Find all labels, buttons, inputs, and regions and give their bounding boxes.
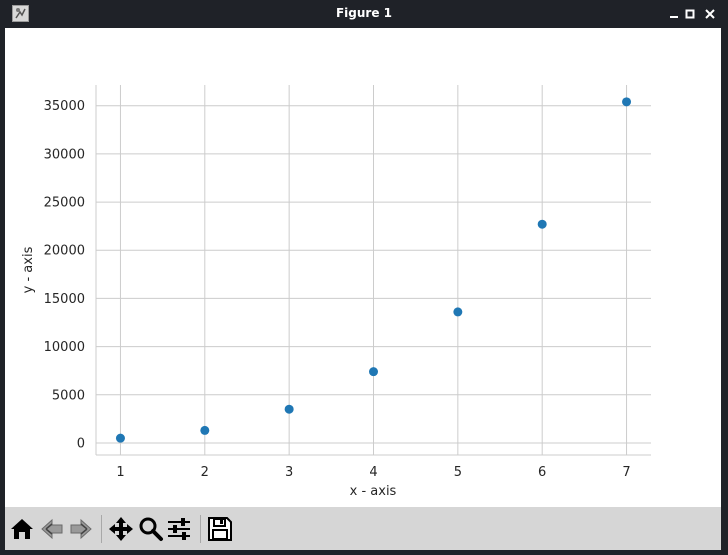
x-tick-label: 6: [538, 465, 546, 480]
y-tick-label: 0: [77, 436, 85, 451]
x-tick-label: 2: [201, 465, 209, 480]
forward-button[interactable]: [67, 515, 95, 543]
configure-subplots-button[interactable]: [165, 515, 193, 543]
x-tick-label: 1: [116, 465, 124, 480]
save-icon: [208, 517, 232, 541]
data-point: [537, 219, 547, 229]
home-icon: [11, 519, 33, 539]
close-icon[interactable]: [702, 6, 718, 22]
sliders-icon: [168, 518, 190, 540]
save-button[interactable]: [206, 515, 234, 543]
title-bar: Figure 1: [0, 0, 728, 28]
window-bottom-border: [0, 550, 728, 555]
x-tick-label: 3: [285, 465, 293, 480]
data-point: [115, 433, 125, 443]
maximize-icon[interactable]: [682, 6, 698, 22]
x-tick-label: 7: [622, 465, 630, 480]
y-tick-label: 25000: [44, 196, 85, 211]
y-axis-label: y - axis: [21, 246, 36, 293]
data-point: [622, 97, 632, 107]
move-icon: [109, 517, 133, 541]
zoom-icon: [139, 517, 163, 541]
y-tick-label: 10000: [44, 340, 85, 355]
y-tick-label: 5000: [52, 388, 85, 403]
window-title: Figure 1: [335, 6, 393, 20]
data-point: [369, 367, 378, 377]
home-button[interactable]: [8, 515, 36, 543]
back-button[interactable]: [38, 515, 66, 543]
back-arrow-icon: [41, 518, 63, 540]
navigation-toolbar: [5, 507, 721, 550]
forward-arrow-icon: [70, 518, 92, 540]
zoom-button[interactable]: [136, 515, 164, 543]
x-axis-label: x - axis: [350, 484, 397, 499]
figure-window: Figure 1 1 2 3 4 5 6 7 0 5000 10000 15000 20000 2500…: [0, 0, 728, 555]
data-point: [200, 425, 210, 435]
x-tick-label: 4: [369, 465, 377, 480]
y-tick-label: 15000: [44, 292, 85, 307]
y-tick-label: 35000: [44, 99, 85, 114]
y-tick-label: 20000: [44, 244, 85, 259]
x-tick-label: 5: [454, 465, 462, 480]
scatter-chart: 1 2 3 4 5 6 7 0 5000 10000 15000 20000 25000 30000 350…: [21, 85, 651, 499]
data-point: [284, 404, 294, 414]
grid-lines: [96, 85, 651, 455]
y-tick-label: 30000: [44, 147, 85, 162]
figure-canvas[interactable]: 1 2 3 4 5 6 7 0 5000 10000 15000 20000 25000 30000 350…: [5, 28, 721, 507]
pan-button[interactable]: [107, 515, 135, 543]
toolbar-separator: [101, 515, 102, 543]
minimize-icon[interactable]: [666, 6, 682, 22]
data-point: [453, 307, 463, 317]
toolbar-separator: [200, 515, 201, 543]
